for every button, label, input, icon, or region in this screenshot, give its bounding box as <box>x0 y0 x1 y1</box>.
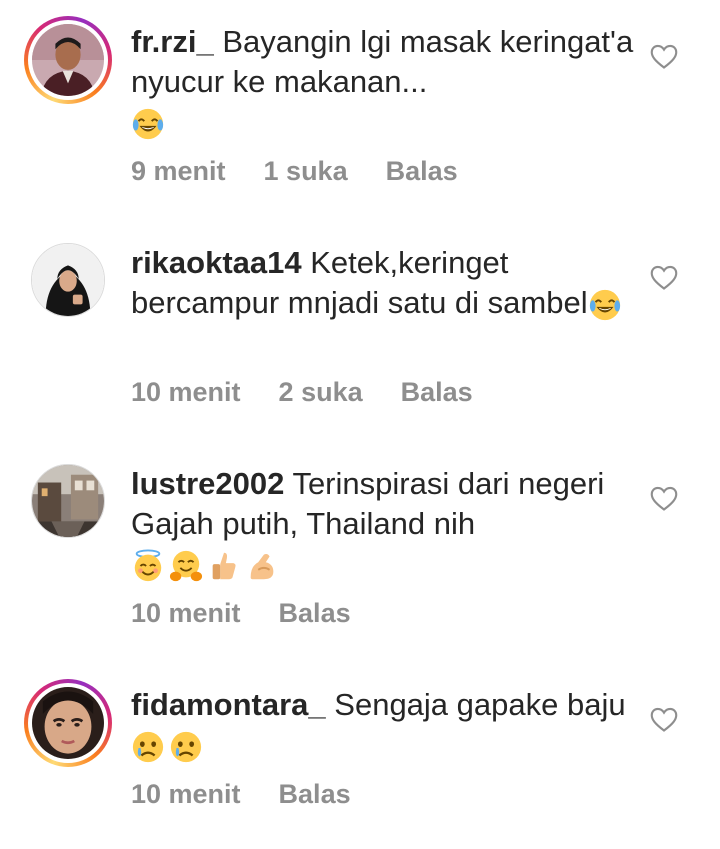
avatar-image <box>32 687 104 759</box>
comment-time: 10 menit <box>131 377 241 407</box>
comment-time: 10 menit <box>131 598 241 628</box>
emoji-row <box>131 549 279 583</box>
thumbs-up-icon <box>212 552 236 580</box>
tears-of-joy-icon <box>589 289 620 320</box>
comment-time: 9 menit <box>131 156 226 186</box>
comment-text: lustre2002 Terinspirasi dari negeri Gaja… <box>131 464 641 584</box>
hugging-face-icon <box>169 550 203 581</box>
comment-username[interactable]: fr.rzi_ <box>131 24 214 59</box>
comment-text: rikaoktaa14 Ketek,keringet bercampur mnj… <box>131 243 641 323</box>
reply-button[interactable]: Balas <box>279 598 351 628</box>
tears-of-joy-icon <box>132 108 164 139</box>
comment-likes[interactable]: 2 suka <box>279 377 363 407</box>
heart-outline-icon[interactable] <box>650 265 678 291</box>
heart-outline-icon[interactable] <box>650 44 678 70</box>
smiling-face-with-halo-icon <box>134 549 162 581</box>
heart-outline-icon[interactable] <box>650 486 678 512</box>
avatar-image <box>32 465 104 537</box>
reply-button[interactable]: Balas <box>386 156 458 186</box>
comment-meta: 9 menit 1 suka Balas <box>131 156 496 187</box>
avatar[interactable] <box>31 243 105 317</box>
reply-button[interactable]: Balas <box>279 779 351 809</box>
crying-face-icon <box>170 731 202 762</box>
emoji-row <box>588 288 622 322</box>
avatar-image <box>32 244 104 316</box>
comment-time: 10 menit <box>131 779 241 809</box>
comment-meta: 10 menit Balas <box>131 598 389 629</box>
avatar[interactable] <box>24 16 112 104</box>
comment-username[interactable]: rikaoktaa14 <box>131 245 302 280</box>
crying-face-icon <box>132 731 164 762</box>
reply-button[interactable]: Balas <box>401 377 473 407</box>
comment-text: fr.rzi_ Bayangin lgi masak keringat'a ny… <box>131 22 641 142</box>
comment-body: Sengaja gapake baju <box>325 687 626 722</box>
avatar[interactable] <box>24 679 112 767</box>
emoji-row <box>131 730 203 764</box>
heart-outline-icon[interactable] <box>650 707 678 733</box>
avatar-image <box>32 24 104 96</box>
flexed-biceps-icon <box>250 553 274 580</box>
comment-meta: 10 menit Balas <box>131 779 389 810</box>
comment-text: fidamontara_ Sengaja gapake baju <box>131 685 641 765</box>
comment-likes[interactable]: 1 suka <box>264 156 348 186</box>
comment-username[interactable]: fidamontara_ <box>131 687 326 722</box>
avatar[interactable] <box>31 464 105 538</box>
emoji-row <box>131 107 165 141</box>
comment-meta: 10 menit 2 suka Balas <box>131 377 511 408</box>
comment-username[interactable]: lustre2002 <box>131 466 284 501</box>
